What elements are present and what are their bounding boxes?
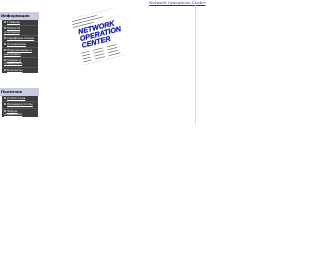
menu-item-forum[interactable]: Форум поддержки	[2, 109, 38, 118]
menu-item-support[interactable]: Сервис и поддержка	[2, 58, 38, 67]
menu-link[interactable]: Главная	[7, 20, 20, 24]
menu-item-stats[interactable]: Статистика	[2, 96, 38, 101]
column-divider	[195, 5, 196, 125]
left-sidebar: Информация Главная Новости компании Тари…	[0, 0, 40, 124]
section-header-info: Информация	[0, 12, 39, 20]
menu-link[interactable]: Тарифные планы	[7, 36, 34, 40]
menu-link[interactable]: Проверка почты	[7, 102, 33, 106]
bullet-icon	[4, 103, 6, 106]
menu-item-news[interactable]: Новости компании	[2, 26, 38, 35]
bullet-icon	[4, 36, 6, 39]
menu-item-mail[interactable]: Проверка почты	[2, 102, 38, 107]
menu-item-contacts[interactable]: Контакты	[2, 68, 38, 73]
menu-link[interactable]: Форум поддержки	[4, 109, 22, 116]
noc-logo: NETWORK OPERATION CENTER	[72, 7, 126, 66]
menu-link[interactable]: Сервис и поддержка	[4, 58, 22, 65]
bullet-icon	[4, 68, 6, 71]
menu-item-about[interactable]: О компании	[2, 42, 38, 47]
section-header-useful: Полезное	[0, 88, 39, 96]
section-title: Информация	[1, 13, 30, 18]
menu-item-home[interactable]: Главная	[2, 20, 38, 25]
menu-item-tariffs[interactable]: Тарифные планы	[2, 36, 38, 41]
bullet-icon	[4, 97, 6, 99]
noc-link[interactable]: Network Operations Center	[149, 0, 206, 5]
bullet-icon	[4, 21, 6, 23]
menu-link[interactable]: Подключение и настройка	[4, 48, 32, 56]
bullet-icon	[4, 43, 6, 46]
section-title: Полезное	[1, 89, 23, 94]
menu-link[interactable]: Контакты	[7, 68, 22, 72]
menu-link[interactable]: Статистика	[7, 96, 25, 100]
menu-link[interactable]: О компании	[7, 42, 26, 46]
menu-info: Главная Новости компании Тарифные планы …	[2, 20, 38, 73]
menu-useful: Статистика Проверка почты Форум поддержк…	[2, 96, 38, 118]
menu-item-setup[interactable]: Подключение и настройка	[2, 48, 38, 57]
menu-link[interactable]: Новости компании	[4, 26, 20, 34]
